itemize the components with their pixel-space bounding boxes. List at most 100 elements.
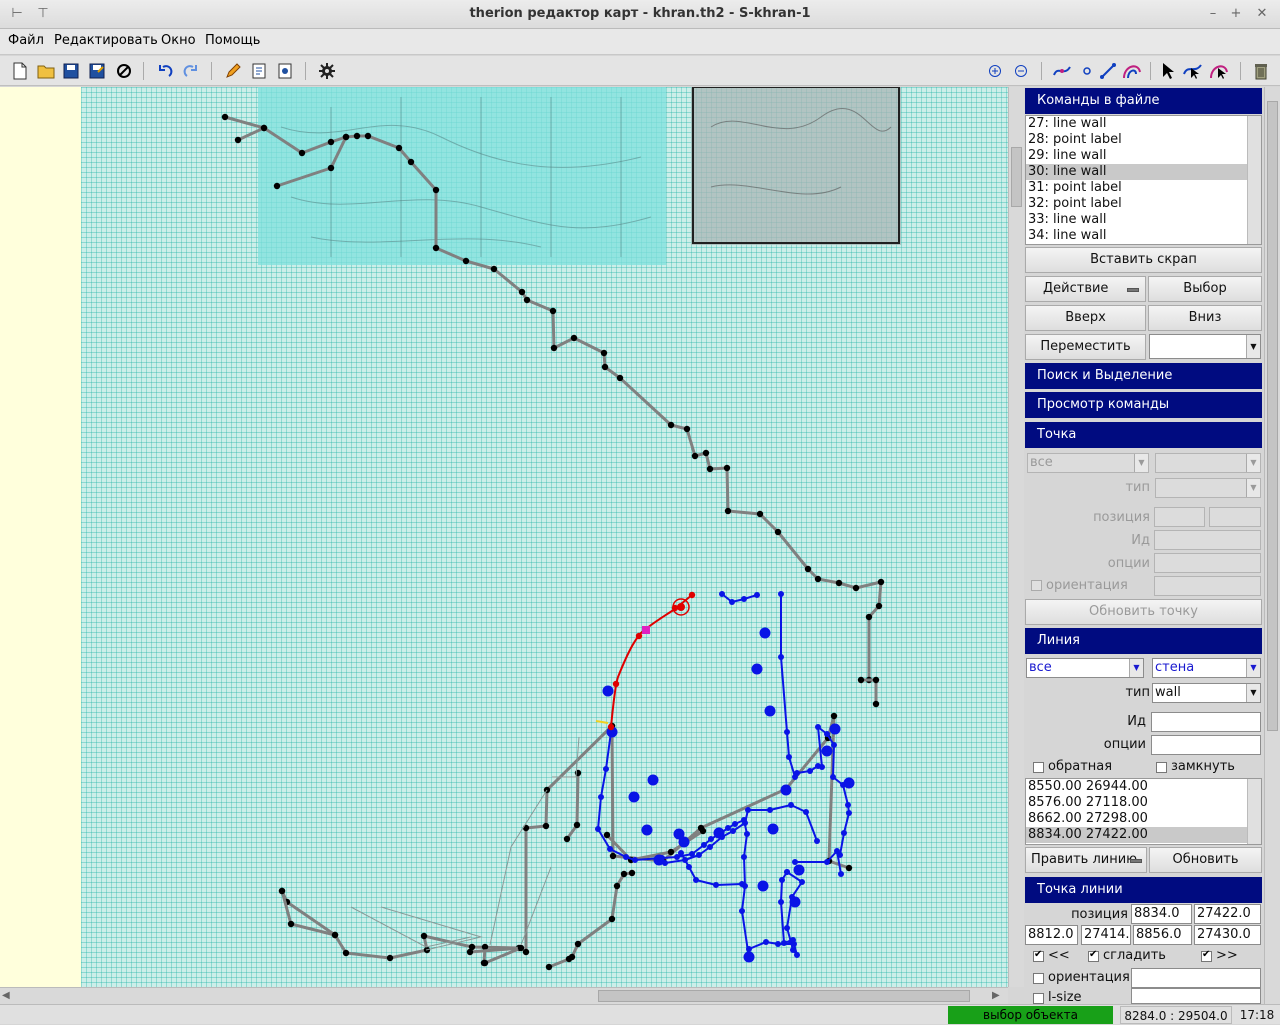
view-command-header[interactable]: Просмотр команды: [1025, 392, 1262, 418]
list-item[interactable]: 8576.00 27118.00: [1026, 795, 1261, 811]
wall-point[interactable]: [628, 869, 636, 877]
wall-point[interactable]: [342, 949, 350, 957]
update-line-button[interactable]: Обновить: [1149, 847, 1262, 873]
line-point-x[interactable]: 8834.0: [1131, 904, 1192, 924]
close-window-icon[interactable]: ✕: [1253, 5, 1271, 23]
blue-point[interactable]: [719, 591, 725, 597]
minimize-icon[interactable]: –: [1204, 5, 1222, 23]
blue-point[interactable]: [778, 591, 784, 597]
undo-icon[interactable]: [155, 61, 175, 81]
move-target-combo[interactable]: ▼: [1149, 334, 1261, 359]
blue-point[interactable]: [778, 654, 784, 660]
blue-node[interactable]: [821, 745, 833, 757]
list-item[interactable]: 27: line wall: [1026, 116, 1261, 132]
wall-point[interactable]: [542, 822, 550, 830]
wall-point[interactable]: [386, 954, 394, 962]
blue-node[interactable]: [764, 705, 776, 717]
blue-point[interactable]: [790, 937, 796, 943]
blue-point[interactable]: [824, 859, 830, 865]
list-item[interactable]: 32: point label: [1026, 196, 1261, 212]
blue-point[interactable]: [846, 810, 852, 816]
wall-point[interactable]: [260, 124, 268, 132]
wall-point[interactable]: [522, 824, 530, 832]
line-id-field[interactable]: [1151, 712, 1261, 732]
menu-file[interactable]: Файл: [8, 33, 44, 48]
wall-point[interactable]: [702, 449, 710, 457]
blue-point[interactable]: [741, 854, 747, 860]
blue-point[interactable]: [603, 766, 609, 772]
blue-node[interactable]: [641, 824, 653, 836]
line-point-orientation-checkbox[interactable]: [1033, 973, 1044, 984]
blue-point[interactable]: [779, 877, 785, 883]
edit-pencil-icon[interactable]: [223, 61, 243, 81]
lsize-field[interactable]: [1131, 988, 1261, 1004]
wall-point[interactable]: [865, 613, 873, 621]
wall-point[interactable]: [830, 712, 838, 720]
blue-point[interactable]: [792, 859, 798, 865]
blue-point[interactable]: [632, 857, 638, 863]
commands-header[interactable]: Команды в файле: [1025, 88, 1262, 114]
edit-area-icon[interactable]: [1209, 61, 1229, 81]
wall-point[interactable]: [600, 349, 608, 357]
wall-point[interactable]: [573, 821, 581, 829]
wall-point[interactable]: [563, 835, 571, 843]
wall-point[interactable]: [462, 257, 470, 265]
line-options-field[interactable]: [1151, 735, 1261, 755]
wall-point[interactable]: [395, 144, 403, 152]
wall-point[interactable]: [353, 132, 361, 140]
wall-point[interactable]: [273, 182, 281, 190]
page-properties-icon[interactable]: [249, 61, 269, 81]
blue-point[interactable]: [678, 850, 684, 856]
list-item[interactable]: 31: point label: [1026, 180, 1261, 196]
compile-gear-icon[interactable]: [317, 61, 337, 81]
wall-point[interactable]: [549, 307, 557, 315]
wall-point[interactable]: [804, 565, 812, 573]
blue-point[interactable]: [775, 941, 781, 947]
wall-point[interactable]: [603, 831, 611, 839]
wall-point[interactable]: [667, 421, 675, 429]
control-point-1-y[interactable]: 27414.0: [1081, 925, 1131, 945]
blue-point[interactable]: [744, 831, 750, 837]
list-item[interactable]: 34: line wall: [1026, 228, 1261, 244]
blue-point[interactable]: [831, 742, 837, 748]
blue-point[interactable]: [713, 882, 719, 888]
wall-point[interactable]: [872, 700, 880, 708]
blue-point[interactable]: [778, 899, 784, 905]
wall-point[interactable]: [545, 963, 553, 971]
wall-point[interactable]: [601, 363, 609, 371]
blue-point[interactable]: [754, 592, 760, 598]
lsize-checkbox[interactable]: [1033, 993, 1044, 1004]
blue-point[interactable]: [790, 947, 796, 953]
blue-node[interactable]: [713, 827, 725, 839]
wall-point[interactable]: [845, 864, 853, 872]
wall-point[interactable]: [518, 288, 526, 296]
wall-point[interactable]: [481, 959, 489, 967]
blue-point[interactable]: [729, 599, 735, 605]
selected-point[interactable]: [607, 723, 615, 731]
selected-control-point[interactable]: [642, 626, 650, 634]
line-header[interactable]: Линия: [1025, 628, 1262, 654]
blue-point[interactable]: [814, 838, 820, 844]
blue-point[interactable]: [739, 881, 745, 887]
blue-point[interactable]: [745, 807, 751, 813]
list-item[interactable]: 8662.00 27298.00: [1026, 811, 1261, 827]
blue-point[interactable]: [686, 864, 692, 870]
wall-point[interactable]: [432, 186, 440, 194]
selected-point[interactable]: [635, 632, 643, 640]
insert-line-icon[interactable]: [1052, 61, 1072, 81]
search-header[interactable]: Поиск и Выделение: [1025, 363, 1262, 389]
insert-scrap-button[interactable]: Вставить скрап: [1025, 247, 1262, 273]
wall-point[interactable]: [234, 136, 242, 144]
open-folder-icon[interactable]: [36, 61, 56, 81]
blue-point[interactable]: [784, 729, 790, 735]
close-icon[interactable]: [114, 61, 134, 81]
line-filter-combo[interactable]: все ▼: [1026, 658, 1144, 678]
insert-segment-icon[interactable]: [1098, 61, 1118, 81]
menu-edit[interactable]: Редактировать: [54, 33, 158, 48]
save-as-icon[interactable]: [87, 61, 107, 81]
wall-point[interactable]: [331, 931, 339, 939]
blue-point[interactable]: [595, 826, 601, 832]
wall-point[interactable]: [699, 827, 707, 835]
scroll-right-icon[interactable]: ▶: [992, 990, 1000, 1001]
wall-point[interactable]: [327, 164, 335, 172]
